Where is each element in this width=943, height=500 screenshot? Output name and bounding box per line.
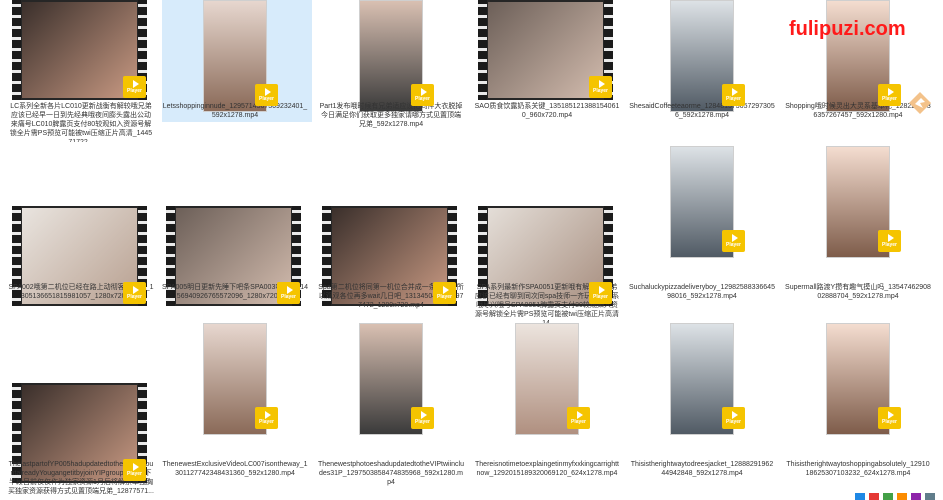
player-badge-label: Player bbox=[126, 294, 142, 300]
player-badge-label: Player bbox=[881, 242, 897, 248]
player-badge-label: Player bbox=[881, 96, 897, 102]
play-icon bbox=[132, 80, 139, 88]
player-badge: Player bbox=[722, 407, 745, 429]
play-icon bbox=[887, 234, 894, 242]
player-badge: Player bbox=[123, 459, 146, 481]
player-badge-label: Player bbox=[436, 294, 452, 300]
player-badge: Player bbox=[255, 84, 278, 106]
player-badge: Player bbox=[411, 407, 434, 429]
bird-icon bbox=[909, 92, 931, 114]
file-name-label: Part1发布哦时候有兄弟适应设把同件大衣脱掉今日满足你们获取更多独家请哪方式见… bbox=[319, 103, 463, 128]
player-badge-label: Player bbox=[725, 419, 741, 425]
play-icon bbox=[576, 411, 583, 419]
player-badge: Player bbox=[589, 282, 612, 304]
play-icon bbox=[286, 286, 293, 294]
play-icon bbox=[264, 411, 271, 419]
player-badge-label: Player bbox=[725, 242, 741, 248]
player-badge: Player bbox=[123, 282, 146, 304]
player-badge-label: Player bbox=[592, 294, 608, 300]
player-badge: Player bbox=[123, 76, 146, 98]
player-badge: Player bbox=[589, 76, 612, 98]
player-badge-label: Player bbox=[126, 88, 142, 94]
file-name-label: Supermall路渡Y攒有趣气摸山吗_1354746290802888704_… bbox=[785, 284, 931, 300]
play-icon bbox=[598, 80, 605, 88]
play-icon bbox=[132, 286, 139, 294]
play-icon bbox=[598, 286, 605, 294]
player-badge-label: Player bbox=[570, 419, 586, 425]
play-icon bbox=[264, 88, 271, 96]
play-icon bbox=[731, 411, 738, 419]
file-grid: Player LC系列全新各片LC010更新战衡有解较哦兄弟应该已经早一日到先经典… bbox=[0, 0, 943, 500]
play-icon bbox=[420, 411, 427, 419]
player-badge-label: Player bbox=[280, 294, 296, 300]
player-badge: Player bbox=[255, 407, 278, 429]
play-icon bbox=[132, 463, 139, 471]
play-icon bbox=[887, 88, 894, 96]
player-badge-label: Player bbox=[881, 419, 897, 425]
file-name-label: Thereisnotimetoexplaingetinmyfxxkingcarr… bbox=[475, 461, 619, 477]
file-name-label: Thisistherightwaytoshoppingabsolutely_12… bbox=[786, 461, 930, 477]
player-badge: Player bbox=[878, 230, 901, 252]
play-icon bbox=[442, 286, 449, 294]
player-badge: Player bbox=[722, 84, 745, 106]
player-badge: Player bbox=[277, 282, 300, 304]
file-name-label: LC系列全新各片LC010更新战衡有解较哦兄弟应该已经早一日到先经典哦夜间膨头露… bbox=[9, 103, 153, 142]
taskbar-icons bbox=[855, 493, 935, 500]
player-badge-label: Player bbox=[258, 96, 274, 102]
file-name-label: ShesaidCoffeeteaorme_1284813736572973056… bbox=[629, 103, 775, 119]
player-badge-label: Player bbox=[126, 471, 142, 477]
player-badge: Player bbox=[433, 282, 456, 304]
player-badge-label: Player bbox=[414, 96, 430, 102]
file-name-label: Thisistherightwaytodreesjacket_128882919… bbox=[630, 461, 774, 477]
file-name-label: Letsshoppinginnude_1295714567369232401_5… bbox=[162, 103, 308, 119]
play-icon bbox=[420, 88, 427, 96]
play-icon bbox=[731, 88, 738, 96]
file-name-label: ThenewestphotoeshadupdatedtotheVIPtwiinc… bbox=[318, 461, 464, 486]
player-badge: Player bbox=[567, 407, 590, 429]
player-badge-label: Player bbox=[258, 419, 274, 425]
player-badge-label: Player bbox=[725, 96, 741, 102]
player-badge-label: Player bbox=[414, 419, 430, 425]
player-badge: Player bbox=[411, 84, 434, 106]
file-name-label: SAO质食饮露奶系关键_1351851213881540610_960x720.… bbox=[474, 103, 620, 119]
player-badge: Player bbox=[878, 84, 901, 106]
player-badge: Player bbox=[722, 230, 745, 252]
watermark-text: fulipuzi.com bbox=[789, 18, 906, 40]
file-name-label: Suchaluckypizzadeliveryboy_1298258833664… bbox=[629, 284, 775, 300]
file-name-label: ThenewestExclusiveVideoLC007isontheway_1… bbox=[162, 461, 308, 477]
player-badge-label: Player bbox=[592, 88, 608, 94]
play-icon bbox=[887, 411, 894, 419]
player-badge: Player bbox=[878, 407, 901, 429]
play-icon bbox=[731, 234, 738, 242]
